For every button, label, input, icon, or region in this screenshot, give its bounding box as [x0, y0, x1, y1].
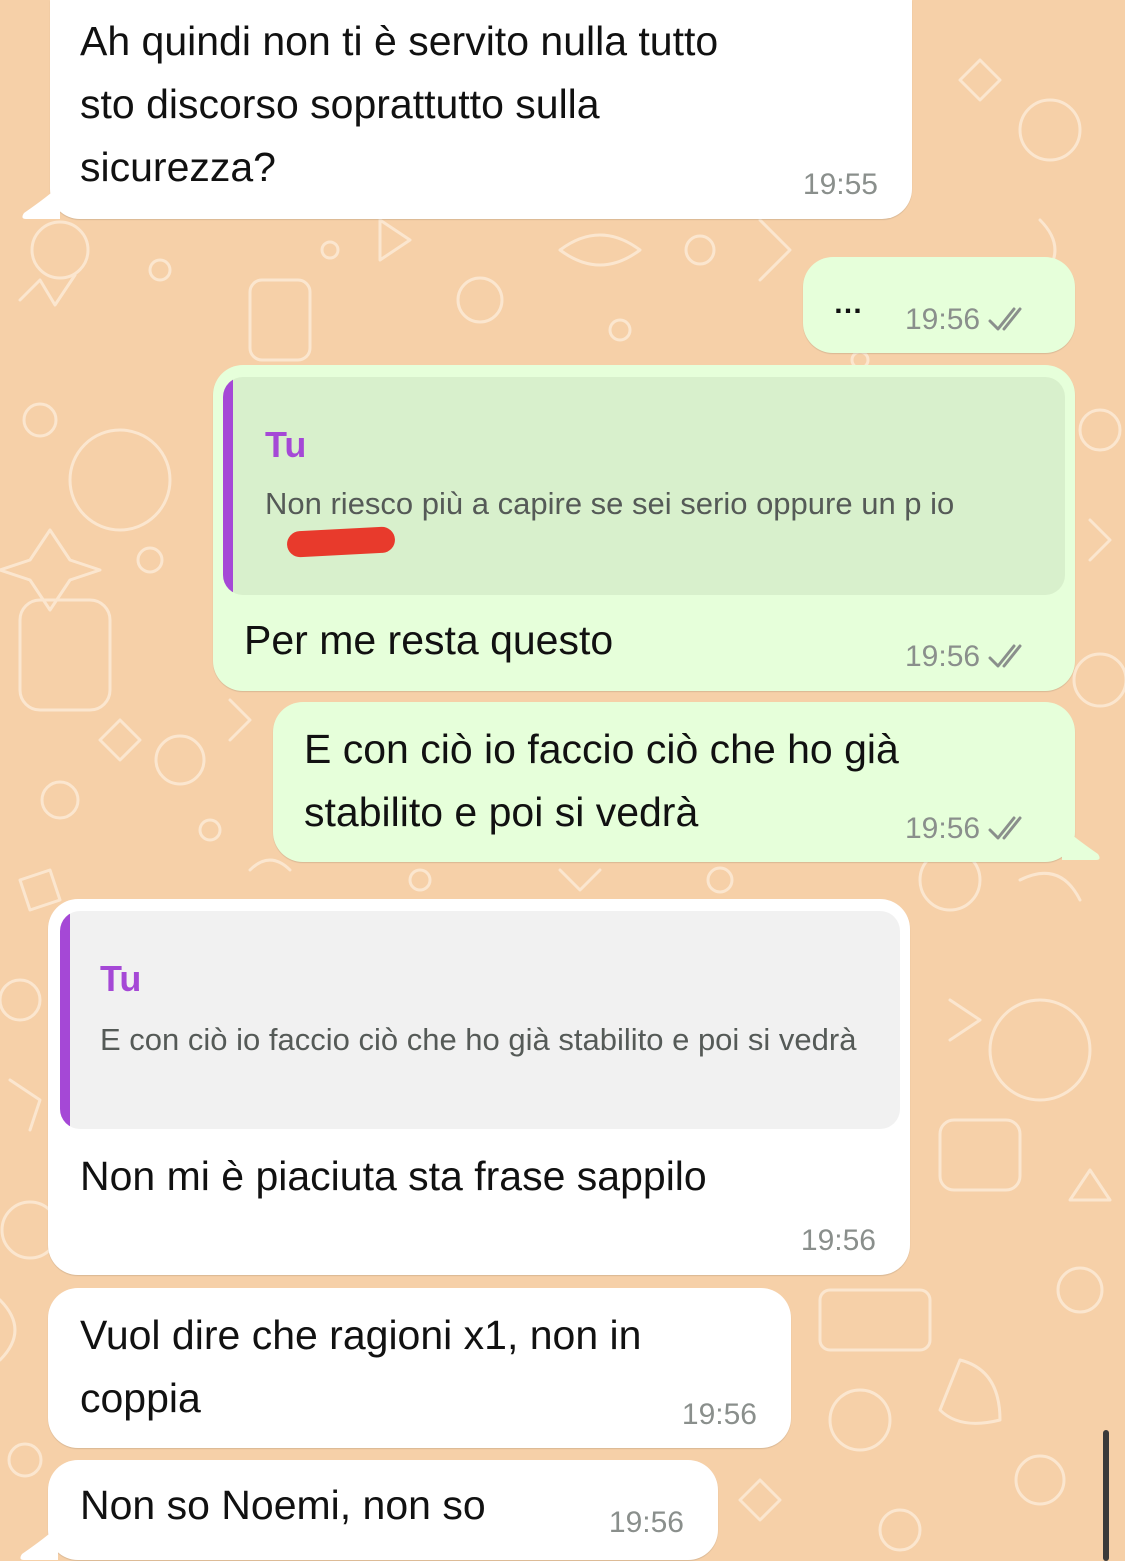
quoted-message[interactable]: Tu E con ciò io faccio ciò che ho già st… — [60, 911, 900, 1129]
message-meta: 19:56 — [801, 1224, 876, 1258]
incoming-message[interactable]: Non so Noemi, non so 19:56 — [48, 1460, 718, 1560]
message-time: 19:56 — [608, 1506, 684, 1539]
message-meta: 19:56 — [609, 1506, 684, 1540]
message-text: Ah quindi non ti è servito nulla tutto s… — [80, 18, 719, 190]
quoted-message[interactable]: Tu Non riesco più a capire se sei serio … — [223, 377, 1065, 595]
quote-text: Non riesco più a capire se sei serio opp… — [265, 486, 955, 521]
message-meta: 19:56 — [682, 1398, 757, 1432]
quote-author: Tu — [100, 958, 142, 999]
message-meta: 19:55 — [803, 168, 878, 202]
message-time: 19:56 — [905, 812, 981, 845]
bubble-tail — [1062, 826, 1100, 860]
outgoing-message[interactable]: E con ciò io faccio ciò che ho già stabi… — [273, 702, 1075, 862]
scrollbar[interactable] — [1103, 1430, 1109, 1561]
message-text: Non mi è piaciuta sta frase sappilo — [80, 1153, 707, 1199]
message-text: Non so Noemi, non so — [80, 1482, 486, 1528]
message-time: 19:56 — [681, 1398, 757, 1431]
message-time: 19:56 — [800, 1224, 876, 1257]
message-meta: 19:56 — [905, 303, 1030, 337]
redaction-mark — [286, 526, 396, 558]
double-check-icon — [988, 307, 1022, 331]
incoming-message[interactable]: Ah quindi non ti è servito nulla tutto s… — [50, 0, 912, 219]
message-time: 19:56 — [905, 640, 981, 673]
bubble-tail — [22, 185, 60, 219]
incoming-message[interactable]: Vuol dire che ragioni x1, non in coppia … — [48, 1288, 791, 1448]
message-time: 19:56 — [905, 303, 981, 336]
outgoing-message[interactable]: … 19:56 — [803, 257, 1075, 353]
message-text: … — [833, 287, 865, 320]
quote-text: E con ciò io faccio ciò che ho già stabi… — [100, 1022, 857, 1057]
incoming-reply-message[interactable]: Tu E con ciò io faccio ciò che ho già st… — [48, 899, 910, 1275]
message-meta: 19:56 — [905, 812, 1030, 846]
message-meta: 19:56 — [905, 640, 1030, 674]
double-check-icon — [988, 816, 1022, 840]
quote-accent-bar — [60, 911, 70, 1129]
message-text: Vuol dire che ragioni x1, non in coppia — [80, 1312, 642, 1421]
quote-accent-bar — [223, 377, 233, 595]
message-text: Per me resta questo — [244, 617, 614, 663]
quote-author: Tu — [265, 424, 307, 465]
double-check-icon — [988, 644, 1022, 668]
message-time: 19:55 — [802, 168, 878, 201]
outgoing-reply-message[interactable]: Tu Non riesco più a capire se sei serio … — [213, 365, 1075, 691]
bubble-tail — [20, 1526, 58, 1560]
